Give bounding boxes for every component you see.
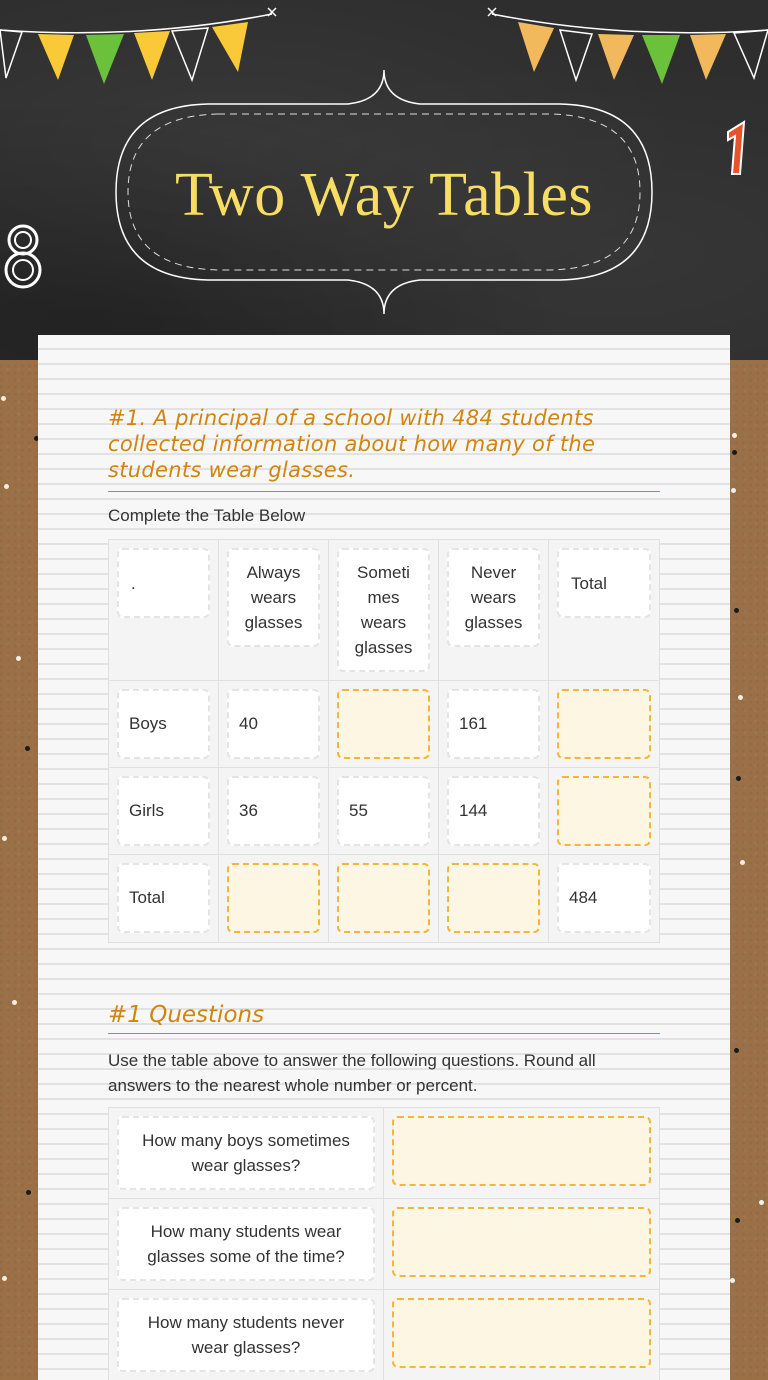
header-sometimes: Someti mes wears glasses	[337, 548, 430, 672]
answer-input[interactable]	[557, 689, 651, 759]
decor-dot	[732, 450, 737, 455]
question-cell: How many students wear glasses some of t…	[109, 1199, 384, 1290]
two-way-table: . Always wears glasses Someti mes wears …	[108, 539, 660, 943]
question-cell: How many boys sometimes wear glasses?	[109, 1108, 384, 1199]
section2-heading: #1 Questions	[108, 999, 660, 1034]
answer-cell	[384, 1290, 659, 1380]
decor-dot	[2, 1276, 7, 1281]
table-cell	[219, 855, 329, 942]
worksheet-paper: #1. A principal of a school with 484 stu…	[38, 335, 730, 1380]
decor-dot	[730, 1278, 735, 1283]
answer-input[interactable]	[392, 1116, 651, 1186]
question-text: How many students never wear glasses?	[117, 1298, 375, 1372]
table-header-cell: Always wears glasses	[219, 540, 329, 681]
header-never: Never wears glasses	[447, 548, 540, 647]
decor-dot	[740, 860, 745, 865]
table-header-cell: Never wears glasses	[439, 540, 549, 681]
table-cell	[439, 855, 549, 942]
table-cell: 55	[329, 768, 439, 855]
answer-input[interactable]	[557, 776, 651, 846]
question-text: How many boys sometimes wear glasses?	[117, 1116, 375, 1190]
decor-dot	[735, 1218, 740, 1223]
row-label: Total	[117, 863, 210, 933]
value-cell: 36	[227, 776, 320, 846]
question-cell: How many students never wear glasses?	[109, 1290, 384, 1380]
number-one-icon	[727, 120, 746, 175]
answer-cell	[384, 1199, 659, 1290]
answer-input[interactable]	[392, 1207, 651, 1277]
decor-dot	[25, 746, 30, 751]
header-corner: .	[117, 548, 210, 618]
table-row-total: Total	[109, 855, 219, 942]
table-cell	[549, 768, 659, 855]
answer-input[interactable]	[337, 863, 430, 933]
chalkboard-header: Two Way Tables	[0, 0, 768, 360]
table-header-cell: .	[109, 540, 219, 681]
header-total: Total	[557, 548, 651, 618]
page-title: Two Way Tables	[174, 161, 594, 229]
section2-instruction: Use the table above to answer the follow…	[108, 1051, 596, 1095]
decor-dot	[736, 776, 741, 781]
decor-dot	[759, 1200, 764, 1205]
value-cell: 484	[557, 863, 651, 933]
table-cell: 161	[439, 681, 549, 768]
decor-dot	[734, 1048, 739, 1053]
decor-dot	[734, 608, 739, 613]
questions-table: How many boys sometimes wear glasses? Ho…	[108, 1107, 660, 1380]
table-cell: 484	[549, 855, 659, 942]
row-label: Boys	[117, 689, 210, 759]
decor-dot	[12, 1000, 17, 1005]
table-cell: 144	[439, 768, 549, 855]
table-cell: 36	[219, 768, 329, 855]
row-label: Girls	[117, 776, 210, 846]
value-cell: 144	[447, 776, 540, 846]
decor-dot	[2, 836, 7, 841]
value-cell: 161	[447, 689, 540, 759]
table-row-girls: Girls	[109, 768, 219, 855]
decor-dot	[732, 433, 737, 438]
decor-dot	[1, 396, 6, 401]
answer-cell	[384, 1108, 659, 1199]
table-header-cell: Total	[549, 540, 659, 681]
table-row-boys: Boys	[109, 681, 219, 768]
decor-dot	[4, 484, 9, 489]
table-cell	[329, 855, 439, 942]
number-eight-icon	[4, 224, 42, 289]
value-cell: 40	[227, 689, 320, 759]
decor-dot	[738, 695, 743, 700]
decor-dot	[26, 1190, 31, 1195]
decor-dot	[16, 656, 21, 661]
section1-heading: #1. A principal of a school with 484 stu…	[108, 405, 660, 492]
section1-instruction: Complete the Table Below	[108, 506, 306, 525]
value-cell: 55	[337, 776, 430, 846]
table-header-cell: Someti mes wears glasses	[329, 540, 439, 681]
header-always: Always wears glasses	[227, 548, 320, 647]
table-cell: 40	[219, 681, 329, 768]
table-cell	[549, 681, 659, 768]
decor-dot	[731, 488, 736, 493]
table-cell	[329, 681, 439, 768]
answer-input[interactable]	[447, 863, 540, 933]
answer-input[interactable]	[337, 689, 430, 759]
question-text: How many students wear glasses some of t…	[117, 1207, 375, 1281]
answer-input[interactable]	[227, 863, 320, 933]
answer-input[interactable]	[392, 1298, 651, 1368]
